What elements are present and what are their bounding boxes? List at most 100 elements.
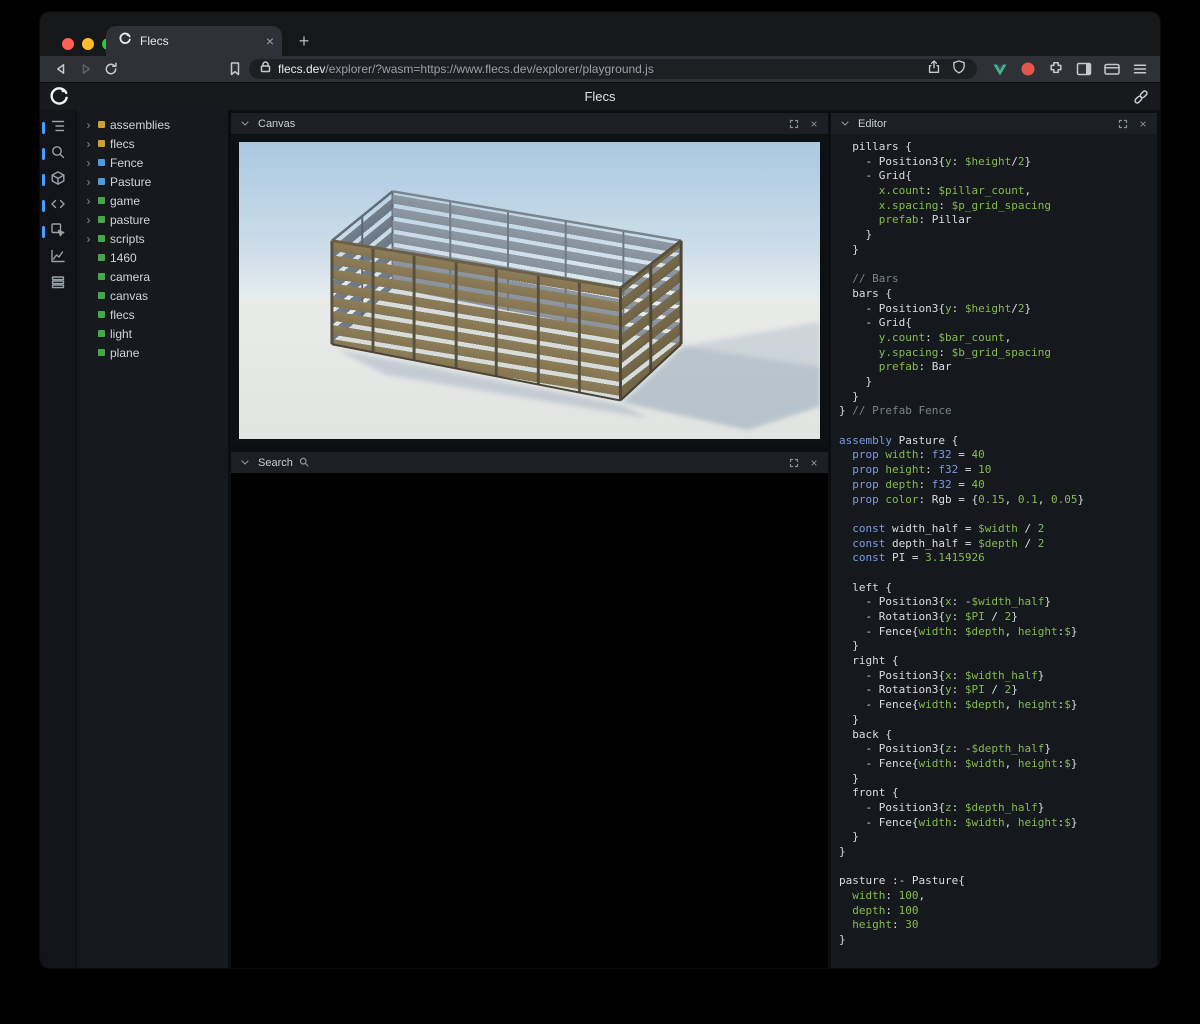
code-line [839, 419, 1157, 434]
code-line: } [839, 243, 1157, 258]
code-line: } [839, 772, 1157, 787]
code-line: - Fence{width: $depth, height:$} [839, 698, 1157, 713]
expand-chevron-icon[interactable]: › [84, 138, 93, 150]
tree-item-label: 1460 [110, 251, 137, 265]
bookmark-icon[interactable] [224, 58, 246, 80]
editor-column: Editor × pillars { - Position3{y: $heigh… [831, 110, 1160, 968]
expand-chevron-icon[interactable]: › [84, 195, 93, 207]
close-panel-icon[interactable]: × [807, 117, 821, 131]
side-panel-icon[interactable] [1074, 59, 1094, 79]
fullscreen-icon[interactable] [787, 456, 801, 470]
search-results-area[interactable] [231, 473, 828, 968]
code-line: front { [839, 786, 1157, 801]
code-line: - Position3{z: $depth_half} [839, 801, 1157, 816]
share-link-icon[interactable] [1132, 88, 1150, 111]
chart-icon [50, 248, 66, 269]
share-icon[interactable] [926, 59, 942, 80]
tree-item-label: assemblies [110, 118, 170, 132]
reload-button[interactable] [100, 58, 122, 80]
search-tool-button[interactable] [40, 144, 76, 164]
code-line: } [839, 228, 1157, 243]
tree-item-game[interactable]: ›game [77, 191, 228, 210]
shield-icon[interactable] [951, 59, 967, 80]
code-line [839, 507, 1157, 522]
tree-item-plane[interactable]: plane [77, 343, 228, 362]
vue-devtools-extension-icon[interactable] [990, 59, 1010, 79]
active-indicator [42, 278, 45, 290]
menu-icon[interactable] [1130, 59, 1150, 79]
code-line: } [839, 830, 1157, 845]
tree-tool-button[interactable] [40, 118, 76, 138]
tab-close-icon[interactable]: × [266, 34, 274, 48]
tree-item-label: flecs [110, 308, 135, 322]
tree-item-label: canvas [110, 289, 148, 303]
wallet-card-icon[interactable] [1102, 59, 1122, 79]
tree-item-label: light [110, 327, 132, 341]
expand-chevron-icon[interactable]: › [84, 214, 93, 226]
forward-button[interactable] [75, 58, 97, 80]
cube-icon [50, 170, 66, 191]
canvas-viewport[interactable] [231, 134, 828, 447]
expand-chevron-icon[interactable]: › [84, 119, 93, 131]
code-line: } [839, 933, 1157, 948]
close-panel-icon[interactable]: × [807, 456, 821, 470]
code-line: assembly Pasture { [839, 434, 1157, 449]
tree-item-canvas[interactable]: canvas [77, 286, 228, 305]
entity-color-square [98, 273, 105, 280]
code-icon [50, 196, 66, 217]
minimize-window-button[interactable] [82, 38, 94, 50]
tree-item-camera[interactable]: camera [77, 267, 228, 286]
fullscreen-icon[interactable] [787, 117, 801, 131]
code-line: - Position3{y: $height/2} [839, 155, 1157, 170]
tree-item-flecs[interactable]: ›flecs [77, 134, 228, 153]
fullscreen-icon[interactable] [1116, 117, 1130, 131]
tree-item-pasture[interactable]: ›pasture [77, 210, 228, 229]
browser-tab[interactable]: Flecs × [106, 26, 282, 56]
tree-item-Pasture[interactable]: ›Pasture [77, 172, 228, 191]
red-extension-icon[interactable] [1018, 59, 1038, 79]
code-line: - Position3{x: $width_half} [839, 669, 1157, 684]
lock-icon [259, 60, 272, 79]
collapse-chevron-icon[interactable] [238, 456, 252, 470]
3d-scene [239, 142, 820, 439]
code-line: y.count: $bar_count, [839, 331, 1157, 346]
expand-chevron-icon[interactable]: › [84, 233, 93, 245]
code-line: } [839, 639, 1157, 654]
extensions-puzzle-icon[interactable] [1046, 59, 1066, 79]
app-header: Flecs [40, 82, 1160, 110]
tree-item-1460[interactable]: 1460 [77, 248, 228, 267]
editor-code[interactable]: pillars { - Position3{y: $height/2} - Gr… [831, 134, 1157, 968]
tree-item-Fence[interactable]: ›Fence [77, 153, 228, 172]
expand-chevron-icon[interactable]: › [84, 176, 93, 188]
memory-tool-button[interactable] [40, 274, 76, 294]
close-window-button[interactable] [62, 38, 74, 50]
collapse-chevron-icon[interactable] [838, 117, 852, 131]
collapse-chevron-icon[interactable] [238, 117, 252, 131]
memory-icon [50, 274, 66, 295]
entity-color-square [98, 349, 105, 356]
tree-item-flecs[interactable]: flecs [77, 305, 228, 324]
code-line [839, 860, 1157, 875]
tree-item-scripts[interactable]: ›scripts [77, 229, 228, 248]
tab-title: Flecs [140, 34, 258, 48]
close-panel-icon[interactable]: × [1136, 117, 1150, 131]
inspect-tool-button[interactable] [40, 222, 76, 242]
editor-panel-header: Editor × [831, 113, 1157, 134]
tree-item-light[interactable]: light [77, 324, 228, 343]
code-line: - Fence{width: $depth, height:$} [839, 625, 1157, 640]
back-button[interactable] [50, 58, 72, 80]
entity-tree: ›assemblies›flecs›Fence›Pasture›game›pas… [76, 110, 228, 968]
code-line: - Position3{y: $height/2} [839, 302, 1157, 317]
chart-tool-button[interactable] [40, 248, 76, 268]
url-bar[interactable]: flecs.dev/explorer/?wasm=https://www.fle… [249, 59, 977, 79]
new-tab-button[interactable]: + [292, 29, 316, 53]
canvas-panel-header: Canvas × [231, 113, 828, 134]
expand-chevron-icon[interactable]: › [84, 157, 93, 169]
active-indicator [42, 200, 45, 212]
cube-tool-button[interactable] [40, 170, 76, 190]
tree-item-assemblies[interactable]: › assemblies [77, 115, 228, 134]
code-line: const width_half = $width / 2 [839, 522, 1157, 537]
code-line: pillars { [839, 140, 1157, 155]
code-line: } [839, 713, 1157, 728]
code-tool-button[interactable] [40, 196, 76, 216]
